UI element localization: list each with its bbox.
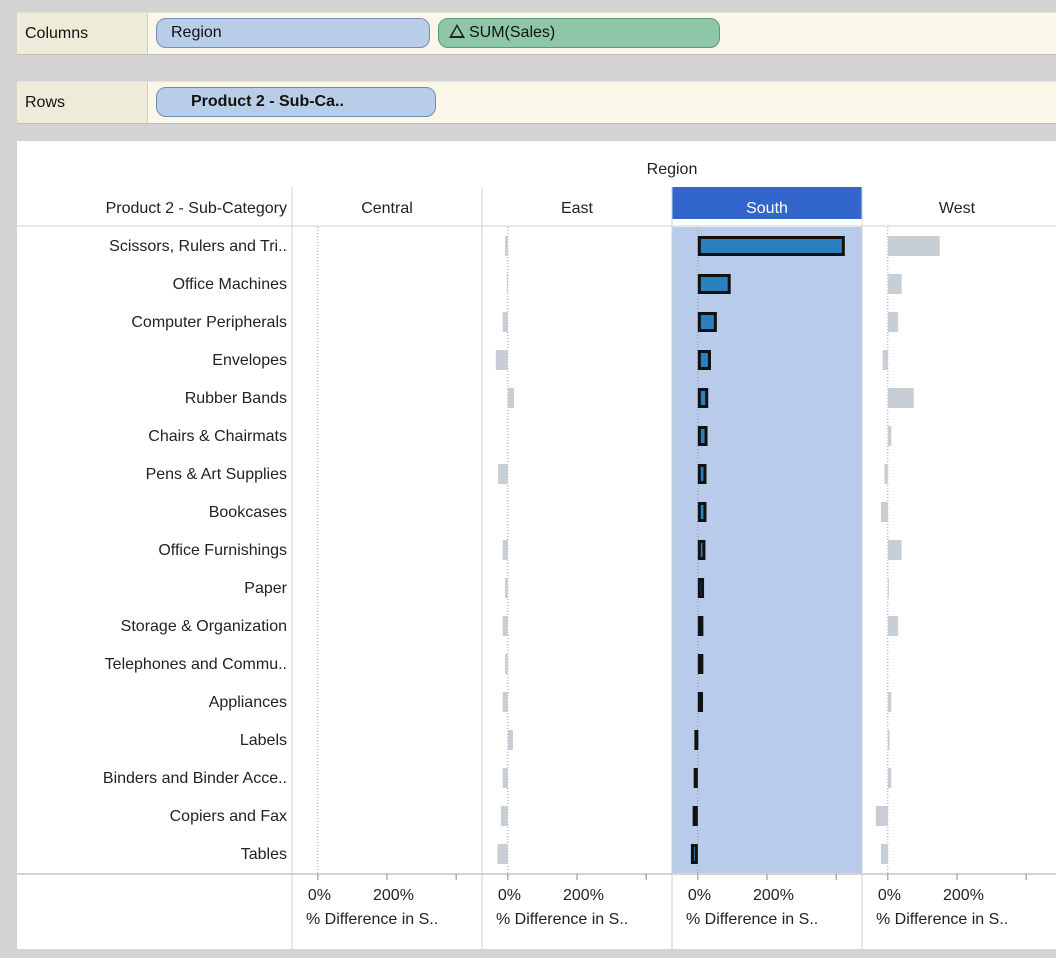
bar-east bbox=[507, 388, 515, 408]
category-label: Copiers and Fax bbox=[170, 808, 287, 825]
bar-west bbox=[887, 388, 914, 408]
bar-west bbox=[875, 806, 888, 826]
category-label: Labels bbox=[240, 732, 287, 749]
bar-east bbox=[502, 540, 508, 560]
bar-west bbox=[887, 616, 899, 636]
bar-east bbox=[502, 692, 508, 712]
category-label: Bookcases bbox=[209, 504, 287, 521]
category-label: Office Furnishings bbox=[158, 542, 287, 559]
bar-east bbox=[505, 578, 508, 598]
bar-east bbox=[505, 236, 508, 256]
chart-view: Region Product 2 - Sub-Category Scissors, … bbox=[17, 141, 1056, 949]
category-label: Computer Peripherals bbox=[131, 314, 287, 331]
bar-west bbox=[880, 844, 888, 864]
axis-title: % Difference in S.. bbox=[876, 911, 1008, 928]
bar-east bbox=[500, 806, 508, 826]
bar-west bbox=[887, 692, 892, 712]
category-label: Chairs & Chairmats bbox=[148, 428, 287, 445]
bar-west bbox=[887, 312, 899, 332]
bar-east bbox=[497, 844, 508, 864]
columns-shelf-label: Columns bbox=[17, 13, 148, 54]
bar-south bbox=[693, 768, 698, 788]
category-label: Envelopes bbox=[212, 352, 287, 369]
sub-category-pill[interactable]: Product 2 - Sub-Ca.. bbox=[156, 87, 436, 117]
bar-east bbox=[502, 616, 508, 636]
bar-west bbox=[887, 730, 890, 750]
bar-south bbox=[697, 502, 707, 522]
rows-shelf: Rows Product 2 - Sub-Ca.. bbox=[17, 81, 1056, 124]
axis-tick-label: 200% bbox=[943, 887, 984, 904]
bar-west bbox=[887, 578, 889, 598]
category-label: Binders and Binder Acce.. bbox=[103, 770, 287, 787]
bar-south bbox=[697, 464, 707, 484]
region-pill[interactable]: Region bbox=[156, 18, 430, 48]
category-label: Office Machines bbox=[173, 276, 287, 293]
bar-south bbox=[697, 692, 704, 712]
category-label: Rubber Bands bbox=[185, 390, 287, 407]
sub-category-pill-label: Product 2 - Sub-Ca.. bbox=[191, 93, 344, 110]
bar-south bbox=[697, 616, 704, 636]
axis-title: % Difference in S.. bbox=[686, 911, 818, 928]
bar-west bbox=[887, 768, 892, 788]
category-label: Telephones and Commu.. bbox=[105, 656, 287, 673]
bar-east bbox=[502, 768, 508, 788]
category-label: Paper bbox=[244, 580, 287, 597]
bar-south bbox=[697, 540, 706, 560]
axis-tick-label: 200% bbox=[753, 887, 794, 904]
region-column-title: Region bbox=[647, 161, 698, 178]
bar-south bbox=[697, 578, 705, 598]
region-header-west: West bbox=[939, 200, 976, 217]
bar-east bbox=[498, 464, 508, 484]
axis-tick-label: 0% bbox=[308, 887, 331, 904]
bar-west bbox=[887, 274, 902, 294]
axis-tick-label: 0% bbox=[498, 887, 521, 904]
axis-title: % Difference in S.. bbox=[306, 911, 438, 928]
bar-east bbox=[507, 730, 514, 750]
bar-south bbox=[697, 388, 709, 408]
bar-west bbox=[887, 236, 940, 256]
bar-west bbox=[884, 464, 888, 484]
axis-tick-label: 0% bbox=[878, 887, 901, 904]
bar-south bbox=[690, 844, 698, 864]
bar-chart: Region Product 2 - Sub-Category Scissors, … bbox=[17, 161, 1056, 949]
sub-category-row-title: Product 2 - Sub-Category bbox=[106, 200, 287, 217]
bar-east bbox=[505, 654, 508, 674]
rows-shelf-label: Rows bbox=[17, 82, 148, 123]
columns-shelf: Columns Region SUM(Sales) bbox=[17, 12, 1056, 55]
region-pill-label: Region bbox=[171, 24, 222, 41]
category-label: Tables bbox=[241, 846, 287, 863]
category-label: Scissors, Rulers and Tri.. bbox=[109, 238, 287, 255]
region-header-central: Central bbox=[361, 200, 413, 217]
axis-tick-label: 200% bbox=[563, 887, 604, 904]
bar-south bbox=[697, 312, 717, 332]
bar-south bbox=[697, 274, 731, 294]
category-label: Appliances bbox=[209, 694, 287, 711]
category-label: Pens & Art Supplies bbox=[146, 466, 287, 483]
bar-south bbox=[692, 806, 698, 826]
bar-west bbox=[882, 350, 888, 370]
bar-south bbox=[697, 350, 711, 370]
region-header-east: East bbox=[561, 200, 594, 217]
table-calculation-delta-icon bbox=[449, 24, 465, 38]
axis-title: % Difference in S.. bbox=[496, 911, 628, 928]
sum-sales-pill-label: SUM(Sales) bbox=[469, 24, 556, 41]
bar-east bbox=[506, 274, 508, 294]
bar-south bbox=[697, 236, 845, 256]
axis-tick-label: 0% bbox=[688, 887, 711, 904]
bar-east bbox=[495, 350, 508, 370]
bar-east bbox=[502, 312, 508, 332]
axis-tick-label: 200% bbox=[373, 887, 414, 904]
bar-west bbox=[887, 426, 892, 446]
region-header-south: South bbox=[746, 200, 788, 217]
sum-sales-pill[interactable]: SUM(Sales) bbox=[438, 18, 720, 48]
bar-south bbox=[694, 730, 699, 750]
bar-west bbox=[887, 540, 902, 560]
bar-south bbox=[697, 426, 708, 446]
category-label: Storage & Organization bbox=[121, 618, 287, 635]
bar-south bbox=[697, 654, 704, 674]
bar-west bbox=[880, 502, 888, 522]
